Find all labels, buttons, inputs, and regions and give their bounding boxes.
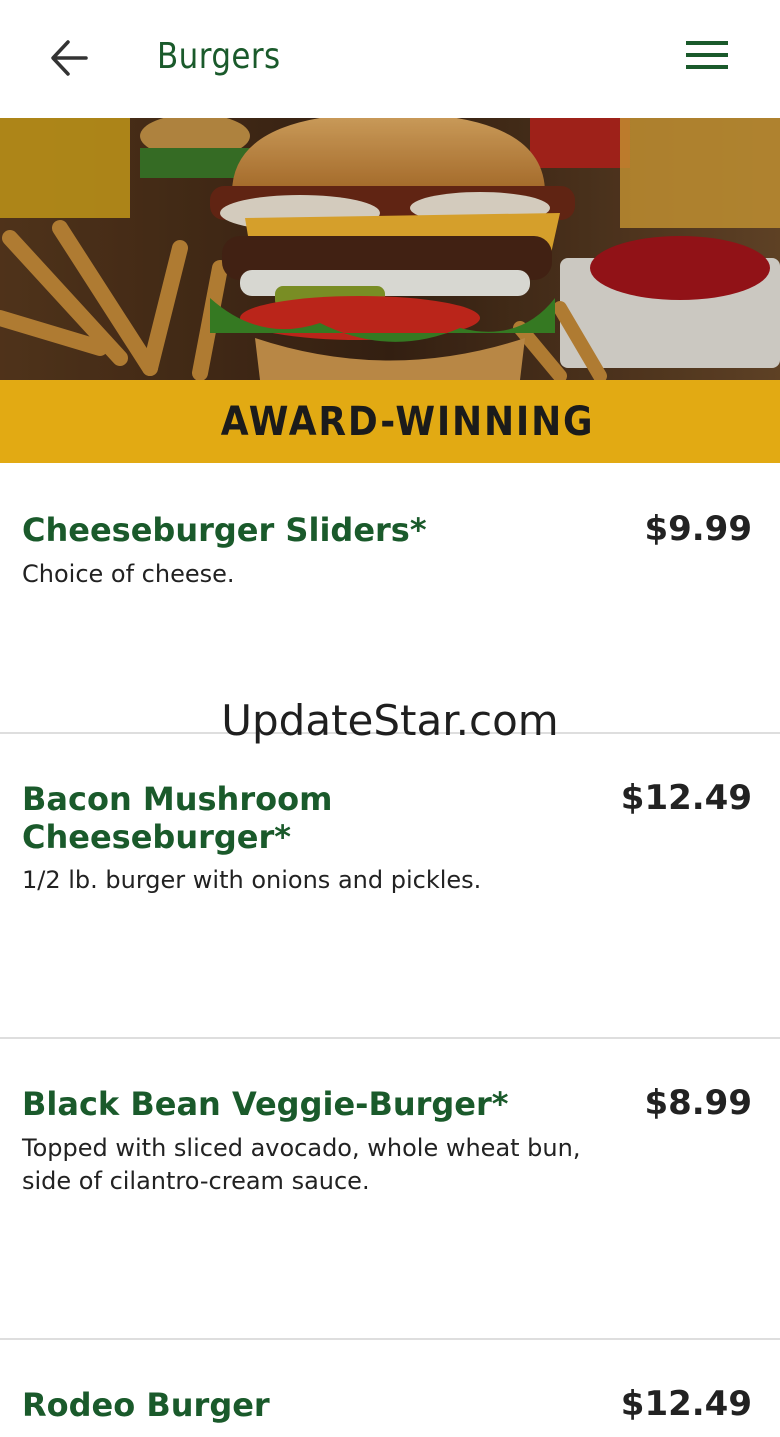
banner-text: AWARD-WINNING	[221, 398, 595, 445]
item-name: Cheeseburger Sliders*	[22, 511, 427, 549]
item-description: Choice of cheese.	[22, 560, 235, 588]
hamburger-menu-icon	[686, 41, 728, 69]
award-banner: AWARD-WINNING	[0, 380, 780, 463]
item-price: $9.99	[644, 509, 752, 549]
item-name: Bacon Mushroom Cheeseburger*	[22, 780, 333, 856]
hero-image	[0, 118, 780, 380]
menu-item[interactable]: Rodeo Burger $12.49	[0, 1340, 780, 1437]
item-price: $12.49	[620, 778, 752, 818]
menu-item[interactable]: Black Bean Veggie-Burger* $8.99 Topped w…	[0, 1039, 780, 1339]
app-bar: Burgers	[0, 0, 780, 118]
item-description: 1/2 lb. burger with onions and pickles.	[22, 866, 482, 894]
menu-item[interactable]: Cheeseburger Sliders* $9.99 Choice of ch…	[0, 463, 780, 733]
menu-item[interactable]: Bacon Mushroom Cheeseburger* $12.49 1/2 …	[0, 734, 780, 1038]
item-name: Black Bean Veggie-Burger*	[22, 1085, 509, 1123]
item-description: Topped with sliced avocado, whole wheat …	[22, 1134, 581, 1195]
item-name: Rodeo Burger	[22, 1386, 270, 1424]
page-title: Burgers	[157, 36, 281, 77]
item-price: $12.49	[620, 1384, 752, 1424]
menu-button[interactable]	[684, 38, 730, 74]
arrow-left-icon	[51, 40, 88, 76]
item-price: $8.99	[644, 1083, 752, 1123]
back-button[interactable]	[46, 36, 94, 80]
